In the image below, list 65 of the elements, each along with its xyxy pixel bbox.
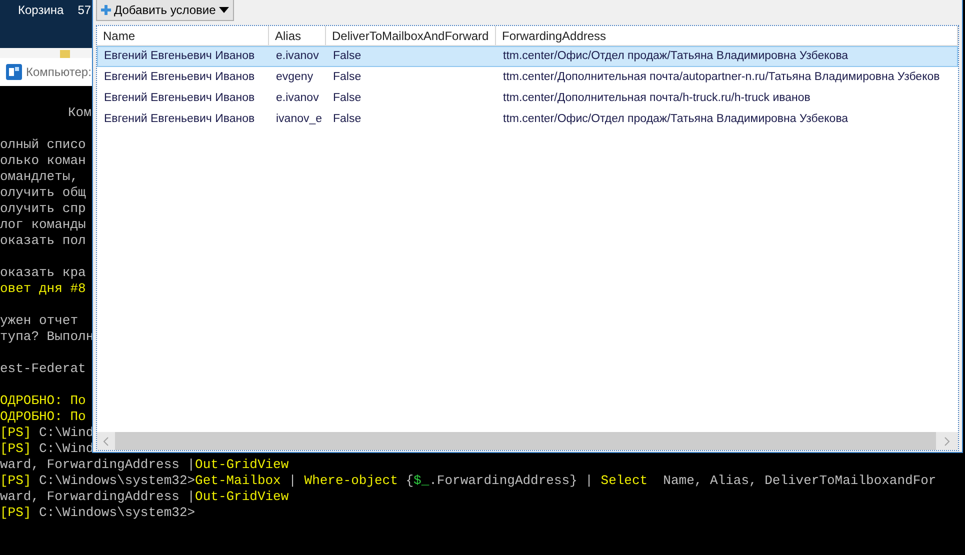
console-text: Get-Mailbox	[195, 473, 281, 488]
console-text: Name, Alias, DeliverToMailboxandFor	[662, 473, 936, 488]
table-cell-text: ivanov_e	[275, 112, 324, 127]
console-text: ОДРОБНО: По	[0, 409, 86, 424]
add-condition-button[interactable]: Добавить условие	[96, 0, 234, 21]
column-header[interactable]: Alias	[269, 26, 326, 45]
table-cell-text: Евгений Евгеньевич Иванов	[103, 48, 256, 64]
table-cell-text: ttm.center/Дополнительная почта/autopartner-n.ru/Татьяна Владимировна Узбеков	[502, 70, 941, 85]
table-cell-text: Евгений Евгеньевич Иванов	[103, 90, 256, 106]
caret-icon	[218, 7, 229, 13]
table-cell-text: False	[332, 112, 362, 127]
table-cell-text: e.ivanov	[275, 90, 320, 106]
table-row[interactable]: Евгений Евгеньевич Иванов e.ivanov False ttm.center/Офис/Отдел продаж/Татьяна Владимировна Узбекова	[97, 46, 958, 67]
table-cell-text: ttm.center/Офис/Отдел продаж/Татьяна Владимировна Узбекова	[502, 48, 850, 64]
console-text: Ком	[68, 105, 92, 120]
table-cell-text: Евгений Евгеньевич Иванов	[103, 112, 256, 127]
table-cell-text: ttm.center/Офис/Отдел продаж/Татьяна Владимировна Узбекова	[502, 112, 850, 127]
column-header[interactable]: ForwardingAddress	[496, 26, 958, 45]
plus-icon	[101, 5, 111, 15]
console-text: олучить общ	[0, 185, 86, 200]
console-text: C:\Windows\system32>	[39, 505, 196, 520]
console-text: C:\Wind	[39, 425, 94, 440]
table-cell-text: False	[332, 70, 362, 85]
table-cell-text: Евгений Евгеньевич Иванов	[103, 70, 256, 85]
column-header[interactable]: Name	[97, 26, 269, 45]
desktop-icon-label[interactable]: 57	[78, 1, 92, 19]
console-text: [PS]	[0, 425, 32, 440]
console-text: est-Federat	[0, 361, 86, 376]
console-text: [PS]	[0, 473, 32, 488]
console-text: ward, ForwardingAddress |	[0, 489, 196, 504]
console-text: $_	[414, 473, 430, 488]
desktop-icon-label[interactable]: Корзина	[18, 1, 64, 19]
console-text: лог команды	[0, 217, 86, 232]
console-text: {	[404, 473, 414, 488]
console-text: овет дня #8	[0, 281, 86, 296]
table-cell-text: ttm.center/Дополнительная почта/h-truck.ru/h-truck иванов	[502, 90, 812, 106]
console-text: Out-GridView	[195, 489, 289, 504]
console-text: C:\Windows\system32>	[39, 473, 196, 488]
console-text: [PS]	[0, 441, 32, 456]
app-icon	[6, 64, 22, 80]
window-title: Компьютер:	[26, 64, 92, 81]
console-text: олько коман	[0, 153, 86, 168]
table-cell-text: e.ivanov	[275, 48, 320, 64]
console-text: омандлеты,	[0, 169, 78, 184]
column-header[interactable]: DeliverToMailboxAndForward	[326, 26, 496, 45]
console-text: Select	[600, 473, 648, 488]
console-text: Where-object	[304, 473, 398, 488]
table-cell-text: False	[332, 90, 362, 106]
console-text: |	[288, 473, 298, 488]
horizontal-scrollbar[interactable]	[97, 432, 958, 450]
console-text: олный списо	[0, 137, 86, 152]
console-text: ужен отчет	[0, 313, 78, 328]
console-text: Out-GridView	[195, 457, 289, 472]
console-text: оказать пол	[0, 233, 86, 248]
console-text: оказать кра	[0, 265, 86, 280]
console-text: .ForwardingAddress} |	[429, 473, 594, 488]
table-cell-text: evgeny	[275, 70, 314, 85]
console-text: ОДРОБНО: По	[0, 393, 86, 408]
console-text: [PS]	[0, 505, 32, 520]
console-text: C:\Wind	[39, 441, 94, 456]
folder-icon	[60, 50, 70, 58]
console-text: олучить спр	[0, 201, 86, 216]
console-text: тупа? Выполн	[0, 329, 94, 344]
table-cell-text: False	[332, 48, 362, 64]
console-text: ward, ForwardingAddress |	[0, 457, 196, 472]
